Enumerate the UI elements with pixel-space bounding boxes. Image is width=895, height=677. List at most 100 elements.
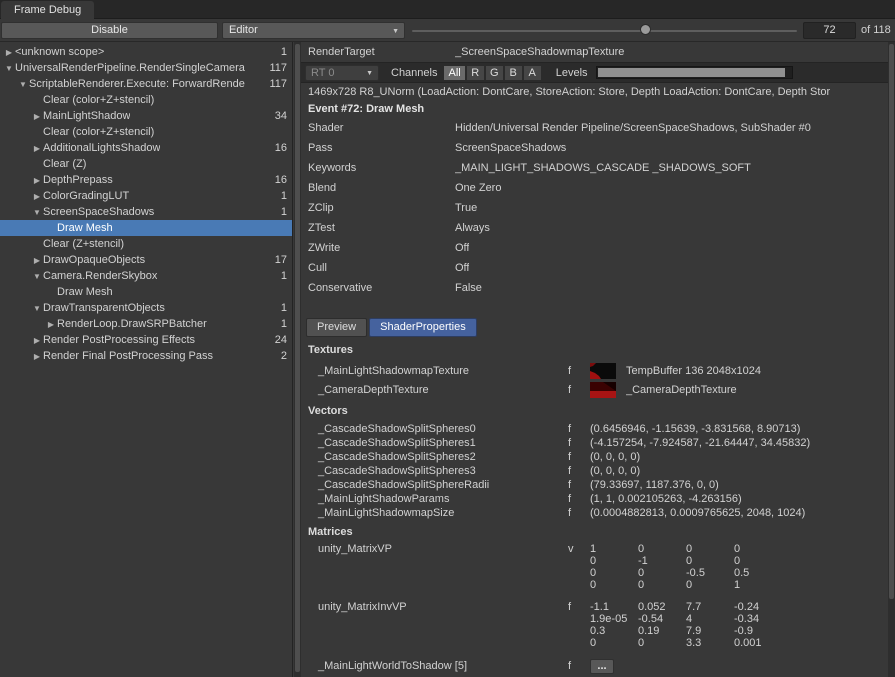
- channels-label: Channels: [391, 67, 437, 79]
- expander-icon[interactable]: ▶: [31, 352, 43, 361]
- tree-item[interactable]: ▶Render PostProcessing Effects 24: [0, 332, 292, 348]
- target-dropdown[interactable]: Editor ▼: [222, 22, 405, 39]
- depth-texture-thumbnail[interactable]: [590, 382, 616, 398]
- expander-icon[interactable]: ▼: [3, 64, 15, 73]
- matrix-values: -1.10.0527.7-0.24 1.9e-05-0.544-0.34 0.3…: [590, 601, 782, 649]
- tree-item[interactable]: ▼ScreenSpaceShadows1: [0, 204, 292, 220]
- property-label: ZClip: [308, 202, 455, 214]
- matrix-cell: 7.7: [686, 601, 734, 613]
- matrix-array-property-row: _MainLightWorldToShadow [5] f ...: [301, 659, 888, 673]
- tree-item-label: UniversalRenderPipeline.RenderSingleCame…: [15, 62, 245, 74]
- matrix-cell: 0.001: [734, 637, 782, 649]
- tree-item[interactable]: Clear (Z): [0, 156, 292, 172]
- property-value: _MAIN_LIGHT_SHADOWS_CASCADE _SHADOWS_SOF…: [455, 162, 751, 174]
- tree-item-count: 1: [281, 302, 292, 314]
- tree-item-count: 1: [281, 318, 292, 330]
- tree-item-label: Camera.RenderSkybox: [43, 270, 157, 282]
- channel-all-button[interactable]: All: [443, 65, 465, 81]
- matrix-cell: -0.34: [734, 613, 782, 625]
- vector-type: f: [568, 423, 590, 435]
- tree-item[interactable]: ▶AdditionalLightsShadow16: [0, 140, 292, 156]
- vector-name: _CascadeShadowSplitSpheres2: [301, 451, 568, 463]
- levels-slider[interactable]: [596, 66, 793, 79]
- tree-item[interactable]: Clear (color+Z+stencil): [0, 92, 292, 108]
- tree-item[interactable]: ▶DrawOpaqueObjects17: [0, 252, 292, 268]
- expander-icon[interactable]: ▶: [31, 192, 43, 201]
- tree-item[interactable]: Clear (color+Z+stencil): [0, 124, 292, 140]
- expander-icon[interactable]: ▶: [31, 256, 43, 265]
- matrix-cell: 0: [686, 555, 734, 567]
- frame-debug-tab[interactable]: Frame Debug: [1, 1, 94, 19]
- disable-button[interactable]: Disable: [1, 22, 218, 39]
- tab-preview[interactable]: Preview: [306, 318, 367, 337]
- matrix-cell: 3.3: [686, 637, 734, 649]
- expander-icon[interactable]: ▶: [31, 336, 43, 345]
- tree-item-selected[interactable]: Draw Mesh: [0, 220, 292, 236]
- event-tree-panel: ▶<unknown scope>1 ▼UniversalRenderPipeli…: [0, 42, 293, 677]
- tree-item[interactable]: ▼Camera.RenderSkybox1: [0, 268, 292, 284]
- expander-icon[interactable]: ▼: [17, 80, 29, 89]
- tree-item-label: Render PostProcessing Effects: [43, 334, 195, 346]
- matrix-cell: 4: [686, 613, 734, 625]
- matrix-cell: 1: [734, 579, 782, 591]
- tree-item[interactable]: Clear (Z+stencil): [0, 236, 292, 252]
- tab-shader-properties[interactable]: ShaderProperties: [369, 318, 477, 337]
- frame-slider-track[interactable]: [412, 30, 797, 32]
- expander-icon[interactable]: ▼: [31, 208, 43, 217]
- shadowmap-texture-thumbnail[interactable]: [590, 363, 616, 379]
- frame-slider-thumb[interactable]: [640, 24, 651, 35]
- frame-debugger-window: Frame Debug Disable Editor ▼ 72 of 118 ▶…: [0, 0, 895, 677]
- matrices-section-header: Matrices: [301, 520, 888, 543]
- matrix-cell: 0: [638, 579, 686, 591]
- matrix-cell: 0: [590, 555, 638, 567]
- tree-item[interactable]: ▼ScriptableRenderer.Execute: ForwardRend…: [0, 76, 292, 92]
- channel-r-button[interactable]: R: [466, 65, 485, 81]
- matrix-cell: -1.1: [590, 601, 638, 613]
- property-row: CullOff: [301, 258, 888, 278]
- tree-item-count: 24: [275, 334, 292, 346]
- matrix-type: f: [568, 601, 590, 613]
- expander-icon[interactable]: ▼: [31, 272, 43, 281]
- vector-name: _CascadeShadowSplitSpheres0: [301, 423, 568, 435]
- tree-item-count: 17: [275, 254, 292, 266]
- matrix-cell: 0: [590, 567, 638, 579]
- property-value: ScreenSpaceShadows: [455, 142, 566, 154]
- tree-item[interactable]: ▼DrawTransparentObjects1: [0, 300, 292, 316]
- texture-value: TempBuffer 136 2048x1024: [626, 365, 761, 377]
- tree-item-count: 117: [269, 62, 292, 74]
- chevron-down-icon: ▼: [366, 67, 373, 81]
- frame-number-input[interactable]: 72: [803, 22, 856, 39]
- channel-b-button[interactable]: B: [504, 65, 523, 81]
- tree-item[interactable]: ▶MainLightShadow34: [0, 108, 292, 124]
- expand-array-button[interactable]: ...: [590, 659, 614, 674]
- tree-item-label: DepthPrepass: [43, 174, 113, 186]
- channel-a-button[interactable]: A: [523, 65, 542, 81]
- channel-g-button[interactable]: G: [485, 65, 504, 81]
- tree-item[interactable]: ▶ColorGradingLUT1: [0, 188, 292, 204]
- tree-scrollbar-thumb[interactable]: [295, 44, 300, 672]
- expander-icon[interactable]: ▶: [31, 144, 43, 153]
- expander-icon[interactable]: ▼: [31, 304, 43, 313]
- expander-icon[interactable]: ▶: [31, 112, 43, 121]
- details-scrollbar-thumb[interactable]: [889, 44, 894, 599]
- matrix-property-row: unity_MatrixVP v 1000 0-100 00-0.50.5 00…: [301, 543, 888, 591]
- expander-icon[interactable]: ▶: [3, 48, 15, 57]
- tree-scrollbar[interactable]: [294, 42, 301, 677]
- tree-item[interactable]: Draw Mesh: [0, 284, 292, 300]
- details-scrollbar[interactable]: [888, 42, 895, 677]
- rt-index-dropdown[interactable]: RT 0 ▼: [305, 65, 379, 81]
- tree-item[interactable]: ▼UniversalRenderPipeline.RenderSingleCam…: [0, 60, 292, 76]
- expander-icon[interactable]: ▶: [45, 320, 57, 329]
- render-target-value: _ScreenSpaceShadowmapTexture: [455, 46, 624, 58]
- property-label: Pass: [308, 142, 455, 154]
- property-value: Off: [455, 242, 469, 254]
- expander-icon[interactable]: ▶: [31, 176, 43, 185]
- levels-slider-fill[interactable]: [598, 68, 785, 77]
- tree-item[interactable]: ▶DepthPrepass16: [0, 172, 292, 188]
- levels-label: Levels: [556, 67, 588, 79]
- tree-item[interactable]: ▶<unknown scope>1: [0, 44, 292, 60]
- texture-type: f: [568, 384, 590, 396]
- tree-item[interactable]: ▶Render Final PostProcessing Pass2: [0, 348, 292, 364]
- tree-item[interactable]: ▶RenderLoop.DrawSRPBatcher1: [0, 316, 292, 332]
- rt-index-dropdown-label: RT 0: [311, 67, 334, 79]
